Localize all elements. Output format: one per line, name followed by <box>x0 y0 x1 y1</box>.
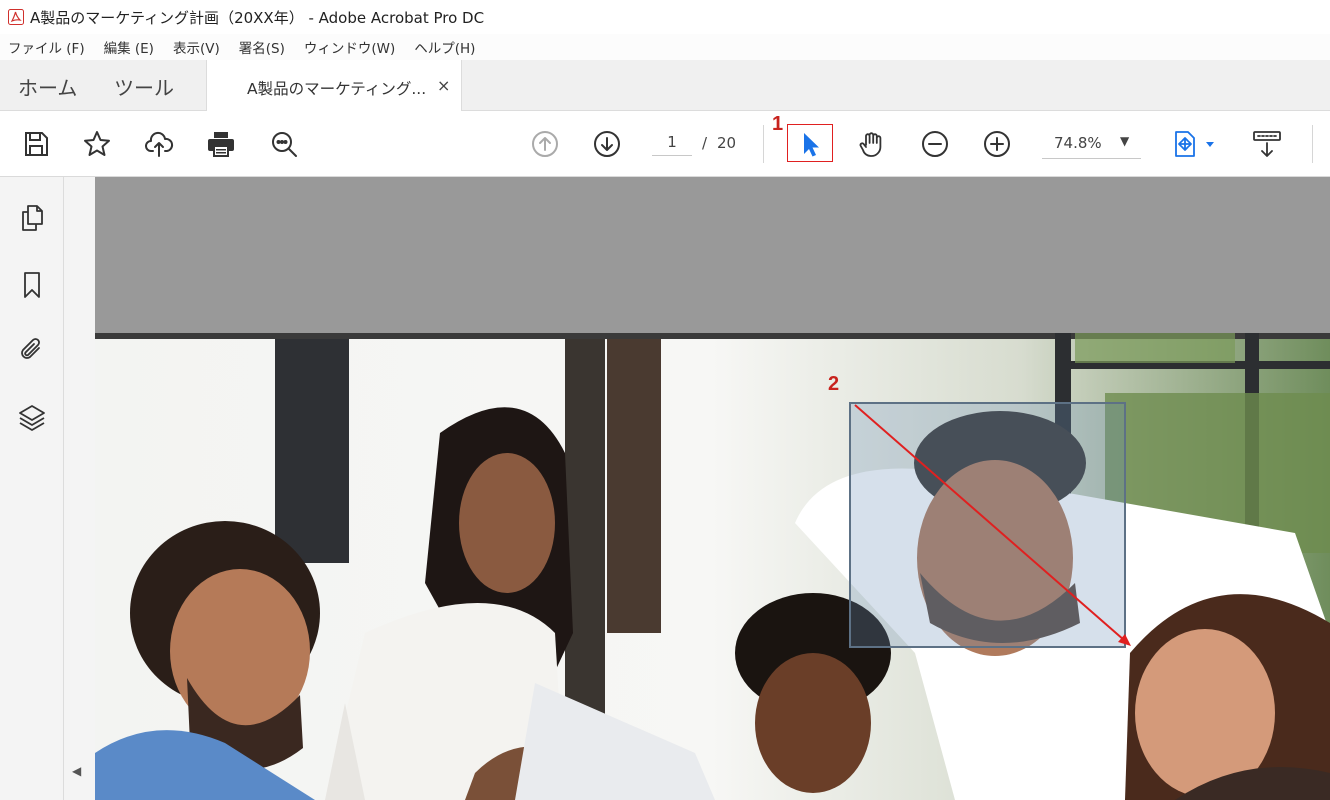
star-icon[interactable] <box>81 128 113 160</box>
page-total: 20 <box>717 134 737 152</box>
document-view[interactable] <box>64 177 1330 800</box>
page-up-icon[interactable] <box>529 128 561 160</box>
select-cursor-icon[interactable] <box>794 128 826 160</box>
zoom-value: 74.8% <box>1054 134 1102 152</box>
tab-bar: ホーム ツール A製品のマーケティング... × <box>0 60 1330 112</box>
page-number-input[interactable]: 1 <box>652 133 692 156</box>
menu-help[interactable]: ヘルプ(H) <box>414 37 475 57</box>
hand-tool-icon[interactable] <box>856 128 888 160</box>
layers-icon[interactable] <box>15 400 49 434</box>
acrobat-window: A製品のマーケティング計画（20XX年） - Adobe Acrobat Pro… <box>0 0 1330 800</box>
cloud-upload-icon[interactable] <box>143 128 175 160</box>
page-down-icon[interactable] <box>591 128 623 160</box>
tab-tools[interactable]: ツール <box>114 72 174 101</box>
meeting-photo <box>95 333 1330 800</box>
attachment-icon[interactable] <box>15 333 49 367</box>
chevron-down-icon: ▼ <box>1120 134 1130 148</box>
toolbar: 1 / 20 1 74.8% ▼ <box>0 111 1330 177</box>
zoom-in-icon[interactable] <box>981 128 1013 160</box>
tab-document-label: A製品のマーケティング... <box>247 80 427 98</box>
fit-page-icon[interactable] <box>1170 128 1202 160</box>
acrobat-logo-icon <box>8 9 24 25</box>
document-gutter <box>64 177 95 800</box>
navigation-pane <box>0 177 64 800</box>
menu-sign[interactable]: 署名(S) <box>239 37 285 57</box>
page-separator: / <box>702 134 708 152</box>
menu-window[interactable]: ウィンドウ(W) <box>304 37 395 57</box>
collapse-pane-icon[interactable]: ◀ <box>72 764 81 778</box>
menu-view[interactable]: 表示(V) <box>173 37 220 57</box>
tab-close-button[interactable]: × <box>437 76 450 95</box>
tab-document[interactable]: A製品のマーケティング... × <box>206 60 462 112</box>
window-title: A製品のマーケティング計画（20XX年） - Adobe Acrobat Pro… <box>30 8 485 27</box>
step-1-marker: 1 <box>772 113 784 135</box>
save-icon[interactable] <box>20 128 52 160</box>
zoom-out-icon[interactable] <box>919 128 951 160</box>
scroll-mode-icon[interactable] <box>1251 128 1283 160</box>
zoom-search-icon[interactable] <box>268 128 300 160</box>
tab-home[interactable]: ホーム <box>18 72 77 101</box>
bookmark-icon[interactable] <box>15 268 49 302</box>
menu-edit[interactable]: 編集 (E) <box>104 37 154 57</box>
fit-page-dropdown-icon[interactable] <box>1203 128 1217 160</box>
toolbar-divider <box>763 125 764 163</box>
zoom-select[interactable]: 74.8% ▼ <box>1042 129 1141 159</box>
step-2-marker: 2 <box>828 373 840 395</box>
menu-file[interactable]: ファイル (F) <box>8 37 85 57</box>
page-thumbnails-icon[interactable] <box>15 201 49 235</box>
page-header-band <box>95 177 1330 333</box>
title-bar: A製品のマーケティング計画（20XX年） - Adobe Acrobat Pro… <box>0 0 1330 34</box>
print-icon[interactable] <box>205 128 237 160</box>
toolbar-divider <box>1312 125 1313 163</box>
menu-bar: ファイル (F) 編集 (E) 表示(V) 署名(S) ウィンドウ(W) ヘルプ… <box>0 34 1330 60</box>
